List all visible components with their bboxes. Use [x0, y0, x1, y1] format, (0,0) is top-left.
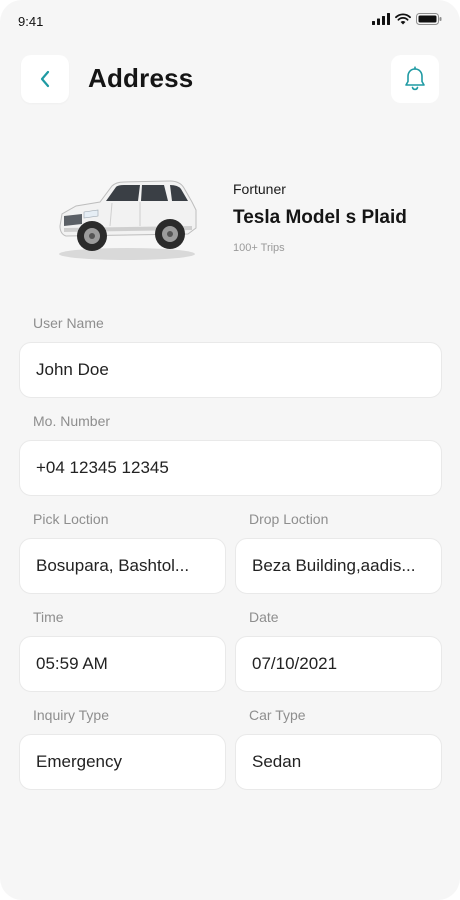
inquiry-type-value: Emergency	[36, 752, 122, 771]
car-type-field[interactable]: Sedan	[235, 734, 442, 790]
car-type-label: Car Type	[249, 707, 306, 723]
drop-location-field[interactable]: Beza Building,aadis...	[235, 538, 442, 594]
phone-screen: 9:41 Address Fortuner Tesla Model s Plai…	[0, 0, 460, 900]
inquiry-type-label: Inquiry Type	[33, 707, 110, 723]
date-value: 07/10/2021	[252, 654, 338, 673]
car-brand: Fortuner	[233, 181, 286, 197]
drop-location-label: Drop Loction	[249, 511, 329, 527]
mobile-number-value: +04 12345 12345	[36, 458, 169, 477]
date-label: Date	[249, 609, 279, 625]
inquiry-type-field[interactable]: Emergency	[19, 734, 226, 790]
status-bar: 9:41	[0, 0, 460, 40]
time-label: Time	[33, 609, 64, 625]
bell-icon	[405, 66, 425, 91]
date-field[interactable]: 07/10/2021	[235, 636, 442, 692]
user-name-label: User Name	[33, 315, 104, 331]
car-type-value: Sedan	[252, 752, 302, 771]
back-button[interactable]	[21, 55, 69, 103]
pick-location-value: Bosupara, Bashtol...	[36, 556, 190, 575]
status-icons	[372, 13, 442, 25]
pick-location-label: Pick Loction	[33, 511, 109, 527]
user-name-value: John Doe	[36, 360, 109, 379]
mobile-number-label: Mo. Number	[33, 413, 111, 429]
pick-location-field[interactable]: Bosupara, Bashtol...	[19, 538, 226, 594]
notification-button[interactable]	[391, 55, 439, 103]
car-trips: 100+ Trips	[233, 242, 285, 254]
time-value: 05:59 AM	[36, 654, 108, 673]
drop-location-value: Beza Building,aadis...	[252, 556, 416, 575]
page-title: Address	[88, 63, 194, 93]
battery-icon	[416, 13, 442, 25]
car-model: Tesla Model s Plaid	[233, 207, 407, 228]
time-field[interactable]: 05:59 AM	[19, 636, 226, 692]
car-image	[59, 180, 197, 260]
chevron-left-icon	[40, 70, 50, 88]
signal-icon	[372, 13, 390, 25]
status-time: 9:41	[18, 14, 44, 29]
wifi-icon	[395, 13, 411, 25]
user-name-field[interactable]: John Doe	[19, 342, 442, 398]
mobile-number-field[interactable]: +04 12345 12345	[19, 440, 442, 496]
